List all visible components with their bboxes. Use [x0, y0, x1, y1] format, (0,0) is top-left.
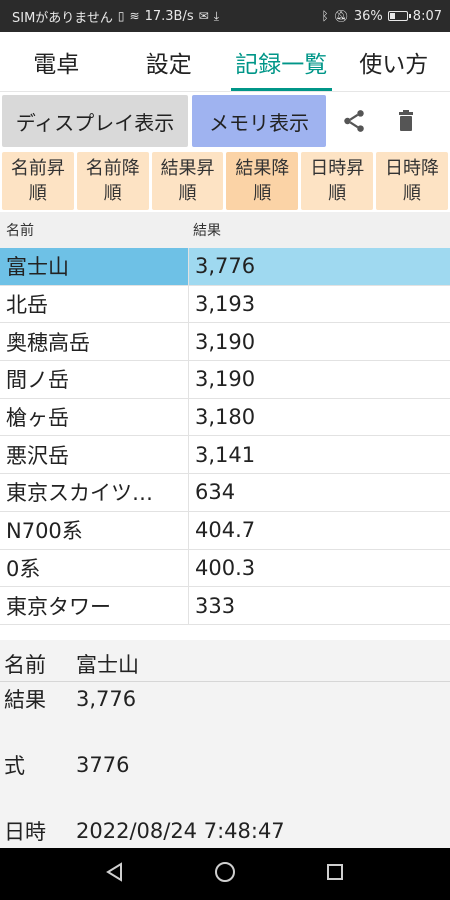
detail-result-label: 結果: [4, 688, 46, 712]
sort-date-desc-button[interactable]: 日時降順: [376, 152, 448, 210]
row-name: 槍ヶ岳: [0, 398, 189, 436]
row-result: 634: [195, 480, 236, 505]
record-table: 富士山 3,776 北岳 3,193 奥穂高岳 3,190 間ノ岳 3,190 槍ヶ岳 3…: [0, 248, 450, 625]
row-name: 東京タワー: [0, 587, 189, 624]
row-result: 3,190: [195, 329, 256, 354]
sort-label-line2: 順: [103, 183, 122, 204]
row-name: 悪沢岳: [0, 436, 189, 474]
detail-formula-value: 3776: [76, 753, 130, 777]
recents-icon[interactable]: [324, 861, 346, 887]
tab-record-list[interactable]: 記録一覧: [225, 32, 338, 91]
battery-percent: 36%: [353, 8, 383, 24]
network-speed: 17.3B/s: [144, 8, 194, 24]
row-name: 間ノ岳: [0, 361, 189, 398]
sort-button-row: 名前昇順 名前降順 結果昇順 結果降順 日時昇順 日時降順: [0, 150, 450, 212]
sort-label-line2: 順: [403, 183, 422, 204]
share-icon[interactable]: [330, 95, 378, 147]
row-name: 東京スカイツ…: [0, 474, 189, 511]
sort-result-desc-button[interactable]: 結果降順: [226, 152, 299, 210]
tab-label: 電卓: [33, 51, 80, 78]
column-header-result: 結果: [193, 223, 221, 239]
toolbar: ディスプレイ表示 メモリ表示: [0, 92, 450, 150]
detail-name-value: 富士山: [76, 652, 139, 677]
sort-date-asc-button[interactable]: 日時昇順: [301, 152, 374, 210]
home-icon[interactable]: [213, 860, 237, 888]
table-row[interactable]: 0系 400.3: [0, 549, 450, 588]
row-result: 3,190: [195, 367, 256, 392]
row-name: 奥穂高岳: [0, 323, 189, 361]
table-row[interactable]: 東京タワー 333: [0, 587, 450, 625]
row-name: 北岳: [0, 285, 189, 323]
tab-calculator[interactable]: 電卓: [0, 32, 113, 91]
sim-icon: ▯: [117, 9, 125, 23]
sort-label-line1: 結果昇: [160, 158, 215, 179]
table-row[interactable]: N700系 404.7: [0, 511, 450, 550]
row-result: 3,141: [195, 442, 256, 467]
sort-label-line2: 順: [253, 183, 272, 204]
battery-icon: [387, 11, 411, 21]
detail-datetime-value: 2022/08/24 7:48:47: [76, 819, 285, 843]
table-row[interactable]: 東京スカイツ… 634: [0, 474, 450, 512]
wifi-icon: ≋: [129, 9, 140, 23]
sort-label-line1: 日時降: [385, 158, 440, 179]
tab-settings[interactable]: 設定: [113, 32, 226, 91]
bluetooth-icon: ᛒ: [321, 9, 329, 23]
table-row[interactable]: 奥穂高岳 3,190: [0, 323, 450, 362]
sort-label-line2: 順: [178, 183, 197, 204]
carrier-text: SIMがありません: [12, 10, 113, 26]
status-bar: SIMがありません ▯ ≋ 17.3B/s ✉ ⤓ ᛒ 🔕︎ 36% 8:07: [0, 0, 450, 32]
detail-result-value: 3,776: [76, 687, 137, 711]
tab-label: 記録一覧: [235, 51, 328, 78]
table-row[interactable]: 北岳 3,193: [0, 285, 450, 324]
detail-datetime-label: 日時: [4, 820, 46, 844]
mail-icon: ✉: [198, 9, 209, 23]
record-detail-panel: 名前 富士山 結果 3,776 式 3776 日時 2022/08/24 7:4…: [0, 640, 450, 848]
sort-label-line1: 日時昇: [310, 158, 365, 179]
back-icon[interactable]: [104, 861, 126, 887]
row-name: N700系: [0, 511, 189, 549]
sort-label-line1: 名前昇: [10, 158, 65, 179]
tab-bar: 電卓 設定 記録一覧 使い方: [0, 32, 450, 92]
sort-result-asc-button[interactable]: 結果昇順: [151, 152, 224, 210]
row-name: 0系: [0, 549, 189, 587]
sort-label-line2: 順: [328, 183, 347, 204]
detail-formula-label: 式: [4, 754, 25, 778]
row-name: 富士山: [0, 248, 189, 285]
row-result: 3,193: [195, 292, 256, 317]
sort-label-line1: 名前降: [85, 158, 140, 179]
table-row[interactable]: 間ノ岳 3,190: [0, 361, 450, 399]
tab-label: 設定: [145, 51, 192, 78]
system-nav-bar: [0, 848, 450, 900]
row-result: 3,776: [195, 254, 256, 279]
table-row[interactable]: 富士山 3,776: [0, 248, 450, 286]
row-result: 400.3: [195, 555, 256, 580]
tab-label: 使い方: [359, 51, 429, 78]
table-header: 名前 結果: [0, 212, 450, 248]
sort-label-line2: 順: [28, 183, 47, 204]
detail-name-label: 名前: [4, 652, 46, 677]
sort-name-asc-button[interactable]: 名前昇順: [2, 152, 74, 210]
column-header-name: 名前: [6, 223, 34, 239]
table-row[interactable]: 槍ヶ岳 3,180: [0, 398, 450, 437]
row-result: 333: [195, 593, 236, 618]
download-icon: ⤓: [213, 9, 219, 23]
display-view-button[interactable]: ディスプレイ表示: [2, 95, 188, 147]
sort-label-line1: 結果降: [235, 158, 290, 179]
trash-icon[interactable]: [382, 95, 430, 147]
clock: 8:07: [412, 8, 442, 24]
sort-name-desc-button[interactable]: 名前降順: [76, 152, 149, 210]
mute-icon: 🔕︎: [333, 9, 349, 23]
row-result: 3,180: [195, 405, 256, 430]
tab-how-to-use[interactable]: 使い方: [338, 32, 450, 91]
memory-view-button[interactable]: メモリ表示: [192, 95, 326, 147]
row-result: 404.7: [195, 518, 256, 543]
table-row[interactable]: 悪沢岳 3,141: [0, 436, 450, 475]
